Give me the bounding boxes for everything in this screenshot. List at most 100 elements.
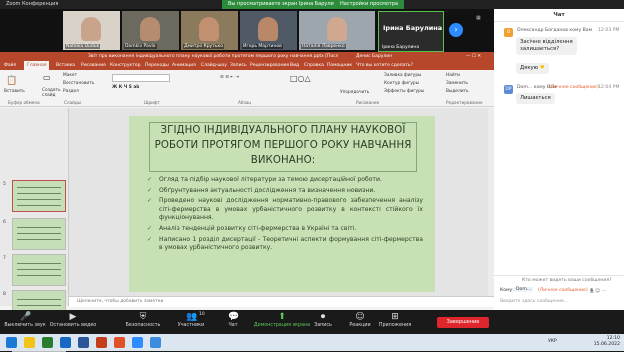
participant-strip: Nataliia Duduk Domkiv Pavlo Дмитро Круть… <box>0 9 494 52</box>
security-button[interactable]: ⛨ Безопасность <box>118 310 168 329</box>
participant-tile[interactable]: Игорь Мартинов <box>240 11 297 50</box>
taskbar: УКР 12:10 15.06.2022 <box>0 334 624 351</box>
slide-thumbnail[interactable] <box>12 254 66 286</box>
check-icon: ✓ <box>147 176 153 183</box>
message-sender: Олександр Богданов кому Вам <box>517 28 593 33</box>
slide-thumbnails: 5 6 7 8 9 <box>0 108 69 352</box>
app-icon[interactable] <box>150 337 161 348</box>
tab-help[interactable]: Справка <box>304 61 324 70</box>
tab-slideshow[interactable]: Слайд-шоу <box>201 61 227 70</box>
ppt-document-title: Звіт про виконання індивідуального плану… <box>88 54 338 59</box>
next-page-icon[interactable]: › <box>449 23 463 37</box>
language-indicator[interactable]: УКР <box>548 339 557 344</box>
ribbon-tabs: Файл Главная Вставка Рисование Конструкт… <box>0 61 494 70</box>
group-font: Шрифт <box>144 100 160 105</box>
font-format-icons[interactable]: Ж К Ч S ab <box>112 85 139 90</box>
current-slide[interactable]: ЗГІДНО ІНДИВІДУАЛЬНОГО ПЛАНУ НАУКОВОЇ РО… <box>129 116 435 292</box>
participants-count: 10 <box>199 312 205 317</box>
reset-button[interactable]: Восстановить <box>63 81 94 86</box>
slide-thumbnail-current[interactable] <box>12 180 66 212</box>
slide-editor: ЗГІДНО ІНДИВІДУАЛЬНОГО ПЛАНУ НАУКОВОЇ РО… <box>69 108 494 296</box>
tab-animations[interactable]: Анимация <box>172 61 196 70</box>
arrange-button[interactable]: Упорядочить <box>340 90 369 95</box>
tab-assistant[interactable]: Помощник <box>327 61 352 70</box>
word-icon[interactable] <box>78 337 89 348</box>
paragraph-icons[interactable]: ☰ ☰ ⇤ ⇥ <box>220 75 239 80</box>
powerpoint-icon[interactable] <box>96 337 107 348</box>
tab-transitions[interactable]: Переходы <box>145 61 169 70</box>
tell-me-search[interactable]: Что вы хотите сделать? <box>356 61 413 70</box>
ribbon: 📋 Вставить ▭ Создать слайд Макет Восстан… <box>0 70 494 107</box>
new-slide-button[interactable]: Создать слайд <box>42 88 61 98</box>
mute-button[interactable]: 🎤 Выключить звук <box>0 310 50 329</box>
bullet-item: ✓ Написано 1 розділ дисертації - Теоретич… <box>147 235 423 252</box>
apps-button[interactable]: ⊞ Приложения <box>370 310 420 329</box>
view-options-button[interactable]: Настройки просмотра <box>334 0 405 9</box>
tab-home[interactable]: Главная <box>24 61 50 70</box>
to-label: Кому: <box>500 288 514 293</box>
window-controls-icon[interactable]: — ☐ ✕ <box>466 52 481 61</box>
chrome-icon[interactable] <box>114 337 125 348</box>
tab-record[interactable]: Запись <box>230 61 247 70</box>
apps-icon: ⊞ <box>391 312 399 322</box>
group-slides: Слайды <box>64 100 82 105</box>
layout-button[interactable]: Макет <box>63 73 77 78</box>
zoom-icon[interactable] <box>132 337 143 348</box>
participant-tile[interactable]: Наталія Лавренко <box>299 11 375 50</box>
tab-file[interactable]: Файл <box>4 61 16 70</box>
participant-tile[interactable]: Дмитро Крутько <box>181 11 238 50</box>
chat-header: Чат <box>494 9 624 22</box>
tab-view[interactable]: Вид <box>290 61 299 70</box>
new-slide-icon[interactable]: ▭ <box>43 73 51 82</box>
ppt-title-bar: Звіт про виконання індивідуального плану… <box>0 52 494 61</box>
file-explorer-icon[interactable] <box>24 337 35 348</box>
slide-number: 7 <box>3 256 6 261</box>
people-icon: 👥 <box>186 312 198 322</box>
recipient-select[interactable]: Dom... <box>514 287 534 292</box>
tab-draw[interactable]: Рисование <box>81 61 106 70</box>
shapes-gallery-icon[interactable]: □○△ <box>290 74 311 83</box>
bullet-item: ✓ Обґрунтування актуальності дослідження … <box>147 186 376 194</box>
slide-title[interactable]: ЗГІДНО ІНДИВІДУАЛЬНОГО ПЛАНУ НАУКОВОЇ РО… <box>149 122 417 172</box>
gallery-view-icon[interactable]: ▦ <box>476 15 481 21</box>
notes-pane[interactable]: Щелкните, чтобы добавить заметки <box>69 296 494 307</box>
chat-panel: Чат О Олександр Богданов кому Вам 12:03 … <box>494 9 624 310</box>
section-button[interactable]: Раздел <box>63 89 79 94</box>
share-banner: Вы просматриваете экран Ірина Барулина <box>222 0 347 9</box>
message-input[interactable]: Введите здесь сообщение... <box>500 299 568 304</box>
message-time: 12:04 PM <box>598 85 620 90</box>
participant-tile[interactable]: Nataliia Duduk <box>63 11 120 50</box>
slide-thumbnail[interactable] <box>12 218 66 250</box>
end-meeting-button[interactable]: Завершение <box>437 317 489 328</box>
check-icon: ✓ <box>147 186 153 194</box>
private-label: (Личное сообщение) <box>538 288 588 293</box>
outlook-icon[interactable] <box>60 337 71 348</box>
participant-tile[interactable]: Domkiv Pavlo <box>122 11 179 50</box>
slide-bullets[interactable]: ✓ Огляд та підбір наукової літератури за … <box>147 176 423 255</box>
windows-start-icon[interactable] <box>6 337 17 348</box>
font-name-field[interactable] <box>112 74 170 82</box>
select-button[interactable]: Выделить <box>446 89 469 94</box>
group-editing: Редактирование <box>446 100 483 105</box>
clock[interactable]: 12:10 15.06.2022 <box>594 336 620 348</box>
shape-outline-button[interactable]: Контур фигуры <box>384 81 419 86</box>
paste-icon[interactable]: 📋 <box>6 76 17 86</box>
who-can-see-link[interactable]: Кто может видеть ваши сообщения? <box>522 278 612 283</box>
find-button[interactable]: Найти <box>446 73 460 78</box>
avatar: О <box>504 28 513 37</box>
shape-fill-button[interactable]: Заливка фигуры <box>384 73 421 78</box>
message-time: 12:03 PM <box>598 28 620 33</box>
replace-button[interactable]: Заменить <box>446 81 468 86</box>
file-icon[interactable]: 🗎 ☺ ⋯ <box>590 287 606 295</box>
paste-button[interactable]: Вставить <box>4 89 25 94</box>
stop-video-button[interactable]: ▶ Остановить видео <box>48 310 98 329</box>
excel-icon[interactable] <box>42 337 53 348</box>
microphone-icon: 🎤 <box>20 312 32 322</box>
shield-icon: ⛨ <box>139 312 147 322</box>
shape-effects-button[interactable]: Эффекты фигуры <box>384 89 424 94</box>
tab-insert[interactable]: Вставка <box>56 61 75 70</box>
active-speaker-tile[interactable]: Ірина Барулина Ірина Барулина <box>378 11 444 52</box>
tab-review[interactable]: Рецензирование <box>250 61 289 70</box>
tab-design[interactable]: Конструктор <box>110 61 140 70</box>
record-icon: ⏺ <box>320 312 326 322</box>
